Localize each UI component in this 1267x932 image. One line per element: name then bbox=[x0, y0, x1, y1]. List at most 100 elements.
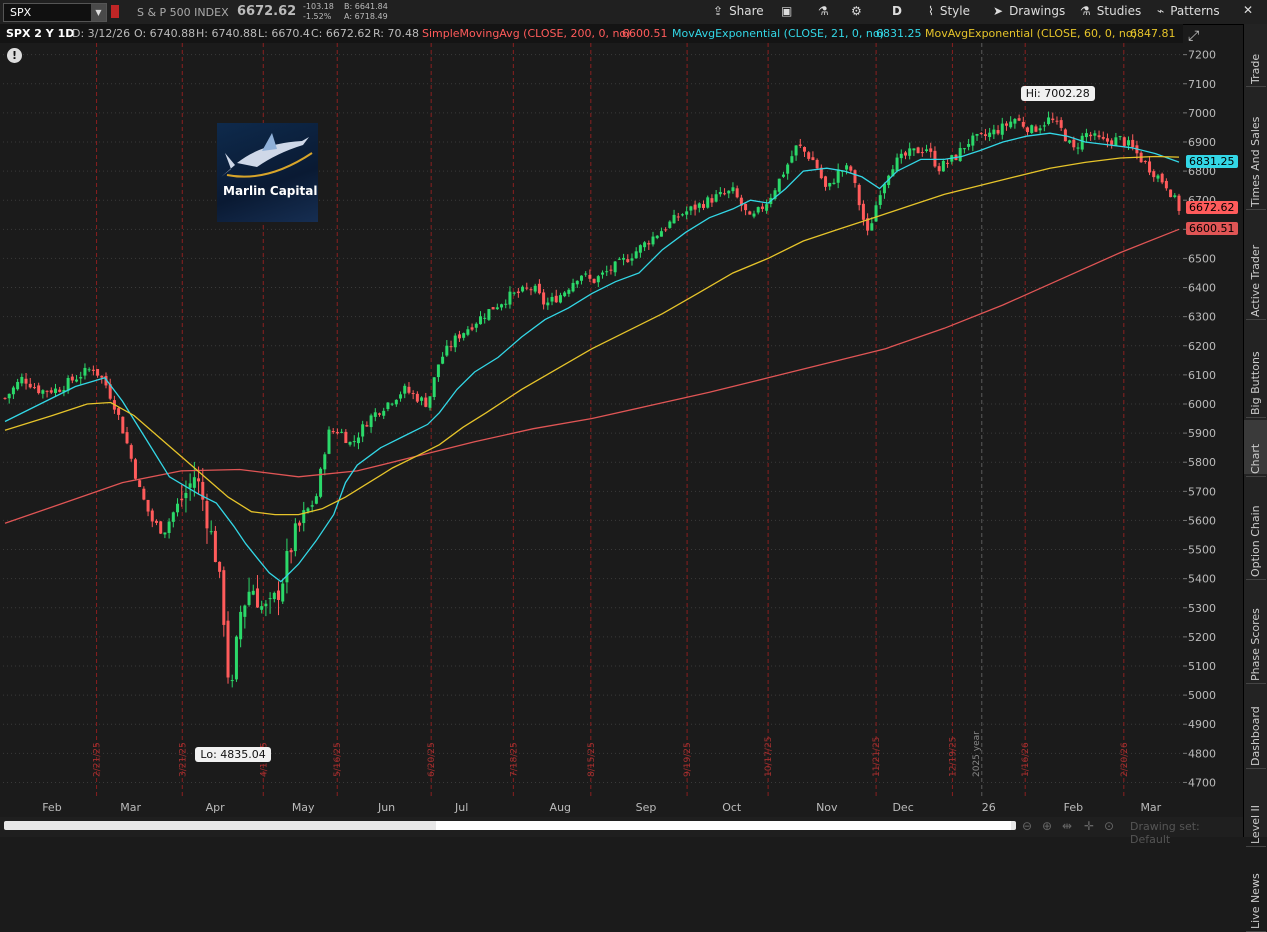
y-tick-label: 5000 bbox=[1188, 689, 1216, 702]
patterns-button[interactable]: ⌁ Patterns bbox=[1157, 4, 1220, 18]
sidebar-separator bbox=[1246, 475, 1266, 477]
sidebar-separator bbox=[1246, 579, 1266, 581]
sma-label[interactable]: SimpleMovingAvg (CLOSE, 200, 0, no) bbox=[422, 27, 630, 40]
candle-body bbox=[958, 148, 962, 162]
sidebar-tab-chart[interactable]: Chart bbox=[1244, 419, 1267, 474]
candle-body bbox=[685, 211, 689, 215]
studies-label: Studies bbox=[1096, 4, 1142, 18]
sidebar-tab-option-chain[interactable]: Option Chain bbox=[1244, 479, 1267, 578]
candle-body bbox=[723, 193, 727, 195]
candle-body bbox=[1068, 140, 1072, 143]
candle-body bbox=[537, 283, 541, 294]
warning-icon[interactable]: ! bbox=[7, 48, 22, 63]
candle-body bbox=[946, 162, 950, 164]
event-label: 7/18/25 bbox=[509, 742, 519, 777]
candle-body bbox=[802, 147, 806, 152]
studies-button[interactable]: ⚗ Studies bbox=[1080, 4, 1141, 18]
candle-body bbox=[436, 364, 440, 378]
horizontal-scrollbar[interactable] bbox=[4, 821, 1016, 830]
reset-icon[interactable]: ⊙ bbox=[1104, 819, 1114, 833]
snapshot-button[interactable]: ▣ bbox=[781, 4, 798, 18]
sidebar-tab-big-buttons[interactable]: Big Buttons bbox=[1244, 322, 1267, 415]
candle-body bbox=[96, 369, 100, 376]
x-tick-label: Feb bbox=[42, 801, 61, 814]
sidebar-separator bbox=[1246, 86, 1266, 87]
candle-body bbox=[853, 170, 857, 183]
candle-body bbox=[605, 271, 609, 273]
candle-body bbox=[975, 133, 979, 136]
candle-body bbox=[16, 381, 20, 390]
candle-body bbox=[386, 402, 390, 410]
candle-body bbox=[521, 286, 525, 292]
sidebar-tab-phase-scores[interactable]: Phase Scores bbox=[1244, 582, 1267, 681]
candle-body bbox=[138, 480, 142, 488]
flask-button[interactable]: ⚗ bbox=[818, 4, 835, 18]
y-tick-label: 5600 bbox=[1188, 514, 1216, 527]
candle-body bbox=[693, 204, 697, 210]
candle-body bbox=[298, 522, 302, 526]
candle-body bbox=[1173, 195, 1177, 198]
sma-value: 6600.51 bbox=[622, 27, 668, 40]
symbol-input[interactable]: SPX ▼ bbox=[3, 3, 107, 22]
candle-body bbox=[575, 280, 579, 285]
candle-body bbox=[184, 492, 188, 499]
candle-body bbox=[3, 397, 7, 399]
candle-body bbox=[1122, 137, 1126, 146]
expand-icon[interactable]: ⤢ bbox=[1188, 28, 1199, 44]
candle-body bbox=[933, 150, 937, 167]
candle-body bbox=[937, 166, 941, 172]
price-chart[interactable]: 2/21/253/21/254/17/255/16/256/20/257/18/… bbox=[3, 43, 1183, 797]
sidebar-tab-dashboard[interactable]: Dashboard bbox=[1244, 686, 1267, 766]
candle-body bbox=[121, 416, 125, 434]
candle-body bbox=[748, 211, 752, 215]
scrollbar-thumb[interactable] bbox=[436, 821, 1011, 830]
sidebar-tab-times-and-sales[interactable]: Times And Sales bbox=[1244, 89, 1267, 207]
ema60-label[interactable]: MovAvgExponential (CLOSE, 60, 0, no) bbox=[925, 27, 1137, 40]
candle-body bbox=[845, 165, 849, 170]
candle-body bbox=[218, 561, 222, 572]
style-button[interactable]: ⌇ Style bbox=[928, 4, 970, 18]
zoom-out-icon[interactable]: ⊖ bbox=[1022, 819, 1032, 833]
candle-body bbox=[668, 221, 672, 228]
candle-body bbox=[167, 521, 171, 533]
candle-body bbox=[188, 483, 192, 488]
candle-body bbox=[79, 377, 83, 379]
drawings-button[interactable]: ➤ Drawings bbox=[993, 4, 1065, 18]
candle-body bbox=[281, 583, 285, 602]
bar-close: C: 6672.62 bbox=[311, 27, 372, 40]
candle-body bbox=[209, 531, 213, 533]
event-label: 10/17/25 bbox=[764, 737, 774, 777]
sidebar-tab-trade[interactable]: Trade bbox=[1244, 30, 1267, 84]
candle-body bbox=[133, 459, 137, 479]
close-button[interactable]: ✕ bbox=[1243, 3, 1253, 17]
net-change: -103.18 -1.52% bbox=[303, 2, 334, 22]
aggregation-button[interactable]: D bbox=[892, 4, 902, 18]
candle-body bbox=[1034, 126, 1038, 132]
settings-button[interactable]: ⚙ bbox=[851, 4, 868, 18]
crosshair-icon[interactable]: ✛ bbox=[1084, 819, 1094, 833]
candle-body bbox=[382, 410, 386, 416]
pan-icon[interactable]: ⇹ bbox=[1062, 819, 1072, 833]
candle-body bbox=[1051, 118, 1055, 121]
symbol-dropdown-icon[interactable]: ▼ bbox=[91, 4, 106, 21]
y-tick-label: 5400 bbox=[1188, 573, 1216, 586]
sidebar-tab-active-trader[interactable]: Active Trader bbox=[1244, 212, 1267, 317]
candle-body bbox=[983, 134, 987, 136]
candle-body bbox=[962, 148, 966, 150]
candle-body bbox=[289, 550, 293, 553]
candle-body bbox=[466, 329, 470, 335]
zoom-in-icon[interactable]: ⊕ bbox=[1042, 819, 1052, 833]
sidebar-tab-level-ii[interactable]: Level II bbox=[1244, 771, 1267, 844]
time-axis[interactable]: Feb Mar Apr May Jun Jul Aug Sep Oct Nov Dec 26 Feb Ma… bbox=[3, 797, 1183, 817]
candle-body bbox=[1110, 140, 1114, 145]
ema21-label[interactable]: MovAvgExponential (CLOSE, 21, 0, no) bbox=[672, 27, 884, 40]
candle-body bbox=[1177, 195, 1181, 211]
sidebar-tab-live-news[interactable]: Live News bbox=[1244, 849, 1267, 929]
y-tick-label: 5800 bbox=[1188, 456, 1216, 469]
link-color-tag[interactable] bbox=[111, 5, 119, 18]
share-button[interactable]: ⇪ Share bbox=[713, 4, 764, 18]
drawing-set-label[interactable]: Drawing set: Default bbox=[1130, 820, 1243, 846]
candle-body bbox=[470, 327, 474, 330]
candle-body bbox=[255, 588, 259, 608]
y-tick-label: 6900 bbox=[1188, 136, 1216, 149]
